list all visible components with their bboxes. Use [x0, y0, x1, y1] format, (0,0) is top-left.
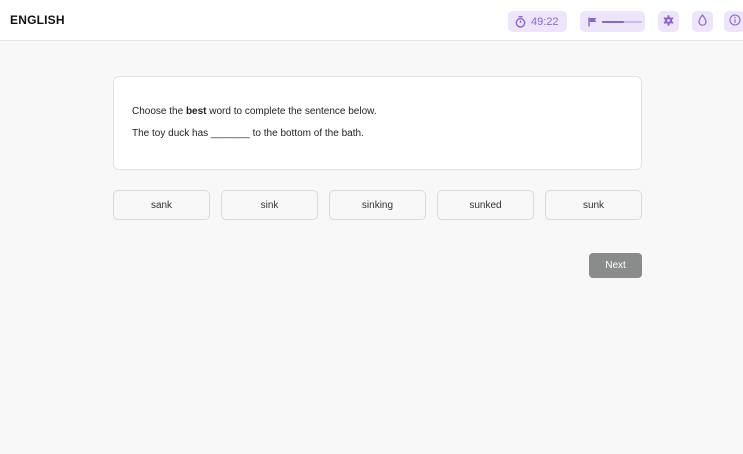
stopwatch-icon	[515, 15, 526, 28]
answer-options: sank sink sinking sunked sunk	[113, 190, 642, 220]
info-icon	[728, 13, 741, 31]
answer-option-sinking[interactable]: sinking	[329, 190, 426, 220]
instruction-suffix: word to complete the sentence below.	[206, 106, 377, 117]
answer-option-sink[interactable]: sink	[221, 190, 318, 220]
flag-icon	[588, 17, 597, 27]
timer-badge: 49:22	[508, 11, 567, 32]
progress-bar-fill	[602, 20, 624, 23]
instruction-emphasis: best	[185, 106, 207, 117]
main-content: Choose the best word to complete the sen…	[0, 41, 743, 454]
question-card: Choose the best word to complete the sen…	[113, 76, 642, 170]
settings-button[interactable]	[658, 11, 679, 32]
top-bar: ENGLISH 49:22	[0, 0, 743, 41]
question-instruction: Choose the best word to complete the sen…	[132, 106, 377, 117]
next-button[interactable]: Next	[589, 253, 642, 278]
app-title: ENGLISH	[10, 13, 65, 27]
drop-icon	[698, 13, 707, 31]
answer-option-sunked[interactable]: sunked	[437, 190, 534, 220]
answer-option-sunk[interactable]: sunk	[545, 190, 642, 220]
info-button[interactable]	[724, 11, 743, 32]
progress-bar	[602, 20, 642, 23]
instruction-prefix: Choose the	[132, 106, 186, 117]
contrast-button[interactable]	[692, 11, 713, 32]
answer-option-sank[interactable]: sank	[113, 190, 210, 220]
question-sentence: The toy duck has _______ to the bottom o…	[132, 128, 364, 139]
gear-icon	[663, 13, 674, 31]
timer-value: 49:22	[531, 15, 559, 28]
progress-badge	[580, 11, 645, 32]
